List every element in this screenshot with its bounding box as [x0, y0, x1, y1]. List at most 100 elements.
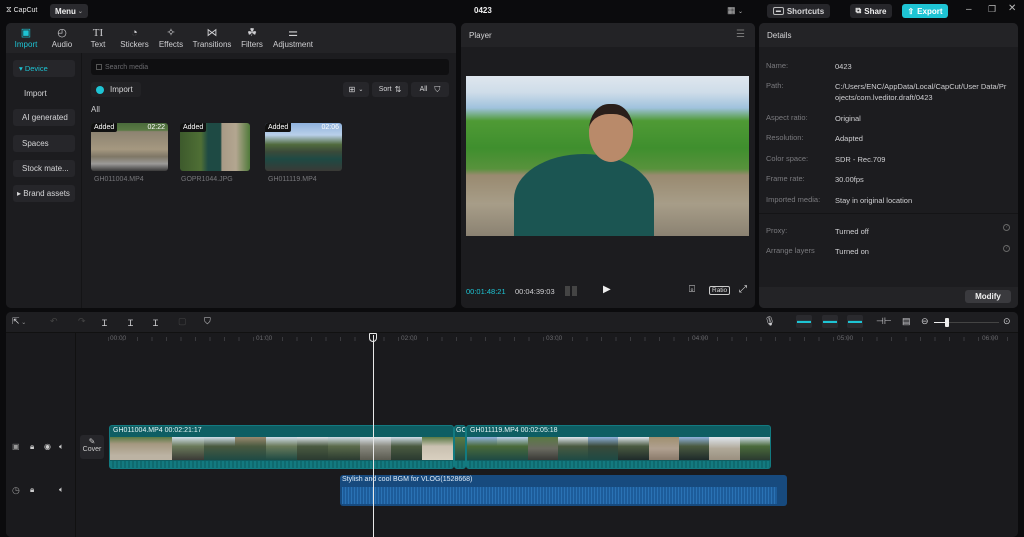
sort-button[interactable]: Sort ⇅ [372, 82, 408, 97]
menu-button[interactable]: Menu ⌄ [50, 4, 88, 18]
export-button[interactable]: ⇧ Export [902, 4, 948, 18]
import-media-button[interactable]: Import [91, 82, 141, 97]
split-icon[interactable]: Ɪ [102, 316, 107, 329]
audio-track-lock-icon[interactable]: 🔒︎ [30, 485, 34, 495]
redo-icon[interactable]: ↷ [78, 316, 86, 327]
track-visibility-icon[interactable]: ▣ [12, 442, 20, 451]
search-icon [96, 64, 102, 70]
timeline-ruler[interactable]: 00:00 01:00 02:00 03:00 04:00 05:00 06:0… [78, 333, 1018, 346]
tab-adjustment[interactable]: ⚌ Adjustment [269, 23, 317, 53]
sort-icon: ⇅ [394, 85, 402, 94]
proxy-help-icon[interactable]: ? [1003, 224, 1010, 231]
current-time: 00:01:48:21 [466, 287, 506, 296]
layout-button[interactable]: ▦ ⌄ [727, 5, 743, 16]
media-item-gopr1044[interactable]: Added [180, 123, 250, 171]
caption-icon[interactable]: ▤ [902, 316, 911, 327]
tab-filters[interactable]: ☘ Filters [235, 23, 269, 53]
title-bar: ⧖ CapCut Menu ⌄ 0423 ▦ ⌄ ▬ Shortcuts ⧉ S… [0, 0, 1024, 22]
crop-fit-icon[interactable]: ⌻ [689, 284, 695, 295]
video-clip-gopr1044[interactable]: GO [454, 425, 466, 469]
media-panel: ▣ Import ◴ Audio TI Text ◔ Stickers ✧ Effects… [6, 23, 456, 308]
media-item-name: GH011004.MP4 [94, 176, 144, 183]
preview-axis-icon[interactable]: ⊣⊢ [876, 316, 892, 327]
auto-snapping-icon[interactable]: ▬▬ [822, 315, 838, 328]
fullscreen-icon[interactable]: ⤢ [739, 284, 747, 295]
shortcuts-button[interactable]: ▬ Shortcuts [767, 4, 830, 18]
chevron-down-icon: ⌄ [358, 87, 364, 93]
media-item-gh011004[interactable]: Added 02:22 [91, 123, 168, 171]
app-logo: ⧖ CapCut [6, 5, 37, 15]
audio-clip-bgm[interactable]: Stylish and cool BGM for VLOG(1528668) [340, 475, 787, 506]
tab-import[interactable]: ▣ Import [8, 23, 44, 53]
clip-thumbnails [467, 437, 770, 460]
tab-audio[interactable]: ◴ Audio [44, 23, 80, 53]
minimize-button[interactable]: – [966, 4, 972, 15]
video-clip-gh011119[interactable]: GH011119.MP4 00:02:05:18 [466, 425, 771, 469]
player-title: Player [469, 30, 492, 40]
video-subject-head [589, 104, 633, 162]
modify-button[interactable]: Modify [965, 290, 1011, 303]
play-button[interactable]: ▶ [603, 284, 611, 295]
audio-track-icon: ◷ [12, 485, 20, 495]
player-menu-icon[interactable]: ☰ [736, 29, 745, 40]
sidebar-item-brand-assets[interactable]: ▸ Brand assets [13, 185, 75, 202]
audio-track-mute-icon[interactable]: 🔈︎ [59, 485, 64, 495]
details-divider [759, 213, 1018, 214]
close-button[interactable]: ✕ [1008, 3, 1016, 14]
zoom-slider[interactable] [934, 318, 999, 327]
restore-button[interactable]: ❐ [988, 4, 996, 15]
detail-color-space: Color space: SDR - Rec.709 [766, 154, 886, 164]
cover-button[interactable]: ✎ Cover [80, 435, 104, 459]
delete-right-icon[interactable]: Ɪ [153, 316, 158, 329]
share-icon: ⧉ [855, 6, 862, 15]
marker-icon[interactable]: ⛉ [204, 316, 211, 327]
main-track-magnet-icon[interactable]: ▬▬ [796, 315, 812, 328]
media-item-gh011119[interactable]: Added 02:06 [265, 123, 342, 171]
video-preview[interactable] [466, 76, 749, 236]
zoom-slider-handle[interactable] [945, 318, 949, 327]
search-media-input[interactable]: Search media [91, 59, 449, 75]
zoom-fit-icon[interactable]: ⊙ [1003, 316, 1011, 327]
tab-stickers[interactable]: ◔ Stickers [116, 23, 153, 53]
media-item-name: GH011119.MP4 [268, 176, 317, 183]
sidebar-item-stock-materials[interactable]: Stock mate... [13, 160, 75, 177]
zoom-out-icon[interactable]: ⊖ [921, 316, 929, 327]
track-mute-icon[interactable]: 🔈︎ [59, 442, 64, 452]
video-clip-gh011004[interactable]: GH011004.MP4 00:02:21:17 [109, 425, 454, 469]
arrange-layers-help-icon[interactable]: ? [1003, 245, 1010, 252]
delete-icon[interactable]: ▢ [178, 316, 187, 327]
timecode-format-icon[interactable] [565, 286, 577, 296]
delete-left-icon[interactable]: Ɪ [128, 316, 133, 329]
timeline-panel: ⇱ ⌄ ↶ ↷ Ɪ Ɪ Ɪ ▢ ⛉ 🎙︎ ▬▬ ▬▬ ▬▬ ⊣⊢ ▤ ⊖ ⊙ 0… [6, 312, 1018, 537]
ruler-ticks [108, 337, 1018, 341]
import-icon: ▣ [20, 26, 32, 39]
playhead[interactable] [373, 335, 374, 537]
detail-aspect-ratio: Aspect ratio: Original [766, 113, 861, 123]
linkage-icon[interactable]: ▬▬ [847, 315, 863, 328]
detail-resolution: Resolution: Adapted [766, 133, 863, 143]
record-audio-icon[interactable]: 🎙︎ [764, 316, 775, 327]
tab-transitions[interactable]: ⋈ Transitions [189, 23, 235, 53]
added-badge: Added [180, 123, 207, 132]
track-eye-icon[interactable]: ◉ [44, 442, 51, 451]
capcut-logo-icon: ⧖ [6, 5, 12, 14]
duration-label: 02:06 [321, 124, 339, 131]
detail-imported-media: Imported media: Stay in original location [766, 195, 913, 205]
sidebar-item-device[interactable]: ▾ Device [13, 60, 75, 77]
view-mode-button[interactable]: ⊞ ⌄ [343, 82, 369, 97]
tab-effects[interactable]: ✧ Effects [153, 23, 189, 53]
added-badge: Added [265, 123, 292, 132]
share-button[interactable]: ⧉ Share [850, 4, 892, 18]
timeline-toolbar: ⇱ ⌄ ↶ ↷ Ɪ Ɪ Ɪ ▢ ⛉ 🎙︎ ▬▬ ▬▬ ▬▬ ⊣⊢ ▤ ⊖ ⊙ [6, 312, 1018, 333]
undo-icon[interactable]: ↶ [50, 316, 58, 327]
filter-button[interactable]: All ⛉ [411, 82, 449, 97]
ratio-button[interactable]: Ratio [709, 286, 731, 295]
edit-pencil-icon: ✎ [88, 437, 96, 446]
sidebar-item-ai-generated[interactable]: AI generated [13, 109, 75, 126]
sidebar-item-spaces[interactable]: Spaces [13, 135, 75, 152]
sidebar-item-import[interactable]: Import [13, 85, 75, 102]
detail-name: Name: 0423 [766, 61, 852, 71]
select-tool-icon[interactable]: ⇱ ⌄ [12, 316, 26, 327]
track-lock-icon[interactable]: 🔒︎ [30, 442, 34, 452]
tab-text[interactable]: TI Text [80, 23, 116, 53]
